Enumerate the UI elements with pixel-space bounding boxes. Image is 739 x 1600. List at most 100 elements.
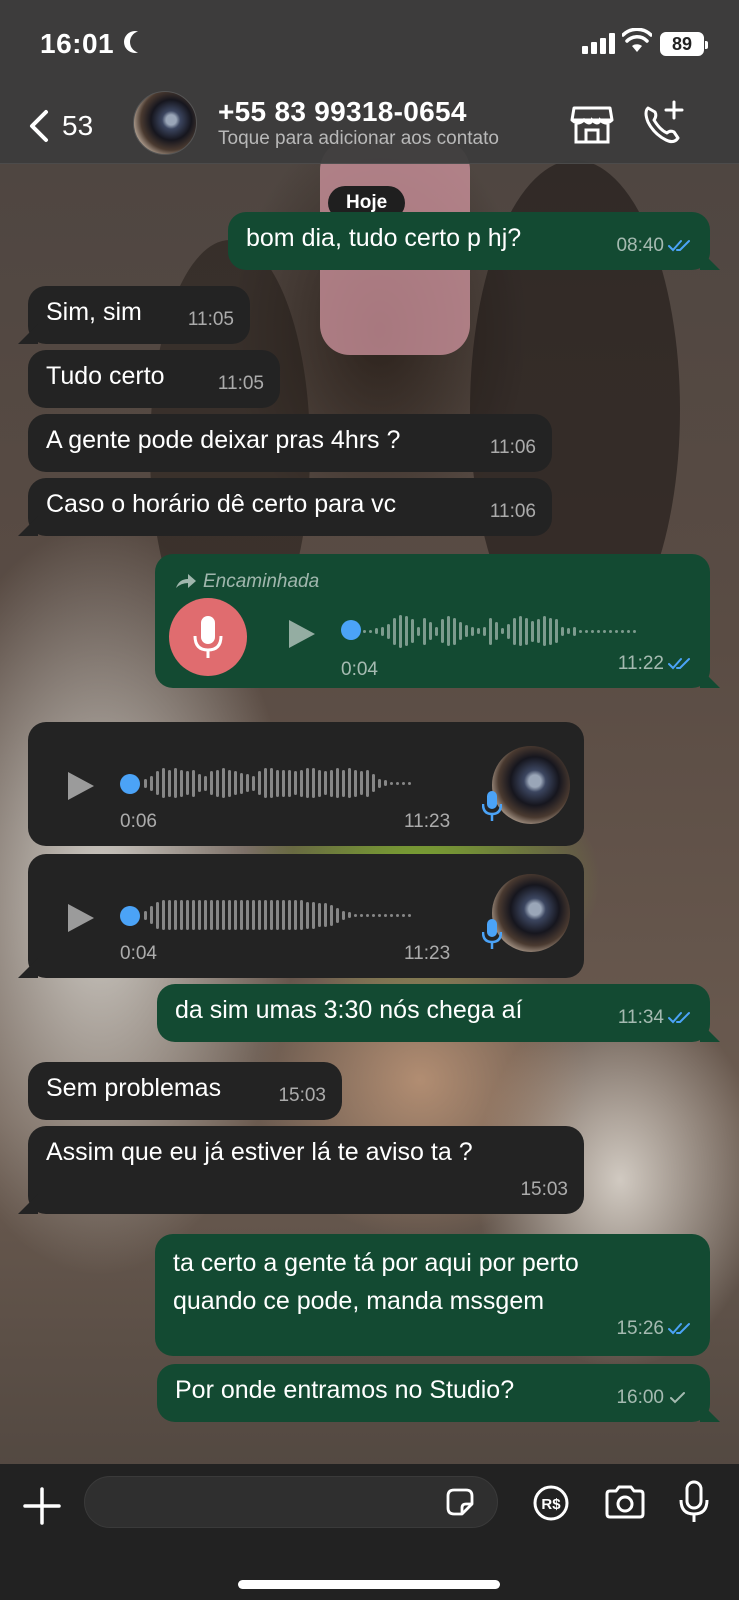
status-bar: 16:01 89 [0, 0, 739, 88]
message-text: Sim, sim [46, 298, 142, 326]
waveform-bar [399, 614, 402, 648]
waveform-bar [192, 769, 195, 797]
message-outgoing[interactable]: bom dia, tudo certo p hj? 08:40 [228, 212, 710, 270]
voice-waveform[interactable] [144, 768, 411, 798]
message-text-line: ta certo a gente tá por aqui por perto [173, 1249, 579, 1277]
play-icon[interactable] [62, 900, 98, 936]
waveform-bar [372, 774, 375, 792]
message-meta: 11:22 [618, 648, 694, 680]
waveform-bar [234, 900, 237, 930]
waveform-bar [174, 768, 177, 798]
mic-icon [482, 919, 502, 949]
waveform-bar [585, 629, 588, 633]
mic-icon[interactable] [678, 1480, 710, 1524]
plus-icon[interactable] [22, 1486, 62, 1526]
voice-waveform[interactable] [363, 614, 636, 648]
double-check-icon [668, 1011, 690, 1024]
waveform-bar [627, 629, 630, 633]
store-icon[interactable] [570, 102, 614, 146]
waveform-bar [360, 771, 363, 795]
waveform-bar [246, 900, 249, 930]
svg-text:R$: R$ [541, 1496, 561, 1513]
waveform-bar [378, 913, 381, 917]
waveform-bar [471, 626, 474, 636]
message-incoming[interactable]: Assim que eu já estiver lá te aviso ta ?… [28, 1126, 584, 1214]
waveform-bar [378, 778, 381, 788]
play-icon[interactable] [283, 616, 319, 652]
message-outgoing[interactable]: ta certo a gente tá por aqui por perto q… [155, 1234, 710, 1356]
waveform-bar [234, 771, 237, 795]
waveform-bar [324, 903, 327, 927]
sticker-icon[interactable] [444, 1486, 476, 1518]
message-text: Tudo certo [46, 362, 165, 390]
voice-progress-dot[interactable] [120, 774, 140, 794]
waveform-bar [318, 769, 321, 797]
waveform-bar [264, 900, 267, 930]
add-call-icon[interactable] [640, 100, 686, 146]
mic-icon [193, 616, 223, 658]
waveform-bar [615, 629, 618, 633]
message-meta: 16:00 [616, 1382, 694, 1414]
waveform-bar [294, 771, 297, 795]
waveform-bar [258, 900, 261, 930]
message-time: 15:03 [520, 1179, 568, 1200]
message-incoming[interactable]: Sem problemas 15:03 [28, 1062, 342, 1120]
contact-subtitle[interactable]: Toque para adicionar aos contato [218, 128, 499, 150]
message-time: 15:03 [278, 1085, 326, 1106]
waveform-bar [387, 623, 390, 639]
waveform-bar [150, 775, 153, 791]
message-outgoing[interactable]: Por onde entramos no Studio? 16:00 [157, 1364, 710, 1422]
waveform-bar [597, 629, 600, 633]
message-text: Assim que eu já estiver lá te aviso ta ? [46, 1138, 473, 1166]
waveform-bar [144, 778, 147, 788]
back-chevron-icon[interactable] [22, 106, 62, 146]
message-incoming[interactable]: A gente pode deixar pras 4hrs ? 11:06 [28, 414, 552, 472]
waveform-bar [240, 900, 243, 930]
play-icon[interactable] [62, 768, 98, 804]
waveform-bar [555, 619, 558, 643]
voice-recording-badge [169, 598, 247, 676]
waveform-bar [543, 616, 546, 646]
voice-duration: 0:04 [120, 943, 157, 964]
voice-progress-dot[interactable] [341, 620, 361, 640]
waveform-bar [216, 900, 219, 930]
home-indicator[interactable] [238, 1580, 500, 1589]
message-outgoing[interactable]: da sim umas 3:30 nós chega aí 11:34 [157, 984, 710, 1042]
waveform-bar [390, 781, 393, 785]
waveform-bar [525, 617, 528, 645]
waveform-bar [282, 769, 285, 797]
unread-count[interactable]: 53 [62, 110, 93, 142]
waveform-bar [348, 768, 351, 798]
waveform-bar [180, 769, 183, 797]
status-time: 16:01 [40, 28, 115, 59]
voice-message-incoming[interactable]: 0:06 11:23 [28, 722, 584, 846]
waveform-bar [495, 622, 498, 640]
message-time: 16:00 [616, 1387, 664, 1408]
message-input[interactable] [84, 1476, 498, 1528]
waveform-bar [282, 900, 285, 930]
contact-name[interactable]: +55 83 99318-0654 [218, 96, 467, 128]
waveform-bar [429, 622, 432, 640]
waveform-bar [465, 625, 468, 637]
waveform-bar [186, 900, 189, 930]
waveform-bar [156, 771, 159, 795]
waveform-bar [483, 626, 486, 636]
camera-icon[interactable] [604, 1484, 646, 1520]
waveform-bar [204, 775, 207, 791]
message-incoming[interactable]: Sim, sim 11:05 [28, 286, 250, 344]
waveform-bar [336, 768, 339, 798]
voice-progress-dot[interactable] [120, 906, 140, 926]
contact-avatar[interactable] [133, 91, 197, 155]
message-incoming[interactable]: Caso o horário dê certo para vc 11:06 [28, 478, 552, 536]
chat-area[interactable]: Hoje bom dia, tudo certo p hj? 08:40 Sim… [0, 164, 739, 1464]
pix-payment-icon[interactable]: R$ [532, 1484, 570, 1522]
waveform-bar [507, 623, 510, 639]
voice-waveform[interactable] [144, 900, 411, 930]
voice-message-outgoing[interactable]: Encaminhada 0:04 11:22 [155, 554, 710, 688]
message-incoming[interactable]: Tudo certo 11:05 [28, 350, 280, 408]
message-time: 11:05 [187, 309, 234, 330]
waveform-bar [288, 900, 291, 930]
waveform-bar [408, 913, 411, 917]
voice-message-incoming[interactable]: 0:04 11:23 [28, 854, 584, 978]
waveform-bar [312, 901, 315, 929]
